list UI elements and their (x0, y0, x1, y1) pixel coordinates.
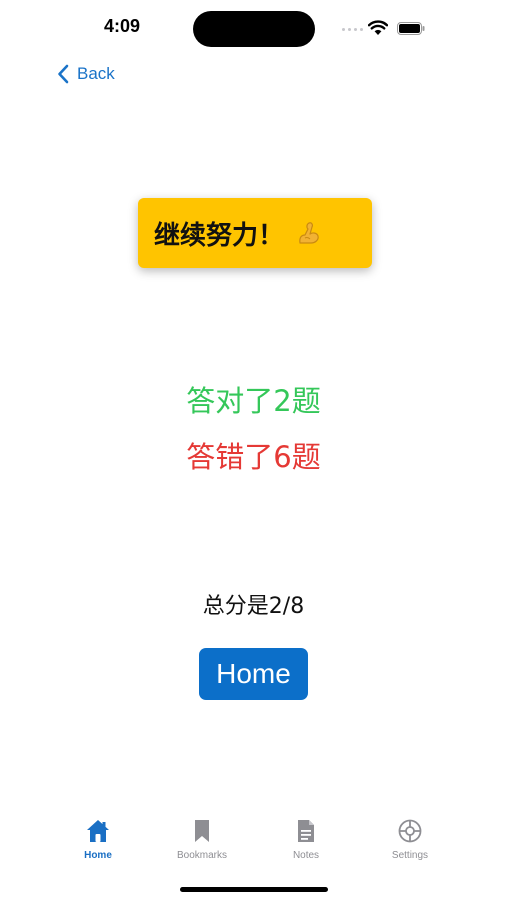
tab-label: Bookmarks (176, 850, 227, 861)
dynamic-island (193, 11, 315, 47)
battery-icon (397, 22, 425, 35)
flexed-biceps-icon (299, 222, 319, 244)
correct-count-text: 答对了2题 (186, 384, 321, 418)
chevron-left-icon (58, 64, 69, 84)
tab-bar: Home Bookmarks Notes Settings (0, 818, 507, 874)
bookmark-icon (195, 820, 209, 842)
score-text: 总分是2/8 (202, 594, 305, 619)
status-time: 4:09 (104, 16, 141, 36)
tab-label: Home (84, 850, 112, 861)
banner-text: 继续努力！ (154, 220, 285, 251)
home-indicator (180, 887, 328, 892)
tab-settings[interactable]: Settings (370, 818, 450, 868)
house-icon (87, 820, 109, 842)
encouragement-banner: 继续努力！ (138, 198, 372, 268)
result-screen: 4:09 Back 继续努力！ 答对了2题 答错了6题 总分是2/8 Home … (0, 0, 507, 900)
tab-label: Settings (391, 850, 429, 861)
home-button[interactable]: Home (199, 648, 308, 700)
back-button[interactable]: Back (57, 62, 115, 86)
wifi-icon (368, 20, 388, 35)
tab-bookmarks[interactable]: Bookmarks (162, 818, 242, 868)
gear-icon (398, 819, 422, 843)
tab-home[interactable]: Home (58, 818, 138, 868)
tab-notes[interactable]: Notes (266, 818, 346, 868)
cellular-signal-icon (342, 28, 364, 32)
tab-label: Notes (292, 850, 320, 861)
back-label: Back (77, 64, 115, 83)
wrong-count-text: 答错了6题 (186, 440, 321, 474)
document-icon (298, 820, 314, 842)
